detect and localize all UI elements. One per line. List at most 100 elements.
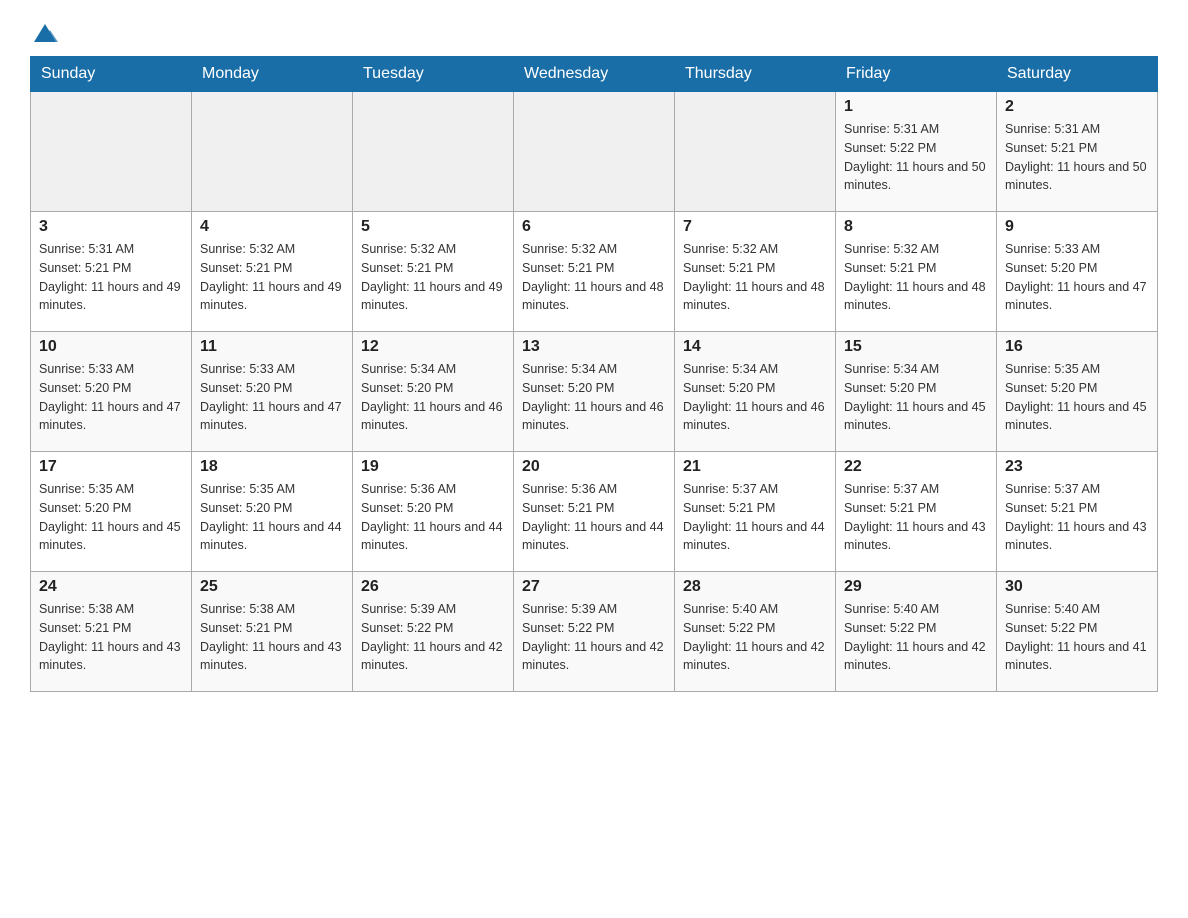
day-number: 7 <box>683 218 827 236</box>
calendar-cell: 7 Sunrise: 5:32 AM Sunset: 5:21 PM Daylig… <box>675 212 836 332</box>
day-info: Sunrise: 5:36 AM Sunset: 5:21 PM Dayligh… <box>522 480 666 555</box>
weekday-header-saturday: Saturday <box>997 57 1158 92</box>
calendar-cell: 13 Sunrise: 5:34 AM Sunset: 5:20 PM Dayli… <box>514 332 675 452</box>
calendar-cell: 12 Sunrise: 5:34 AM Sunset: 5:20 PM Dayli… <box>353 332 514 452</box>
day-info: Sunrise: 5:40 AM Sunset: 5:22 PM Dayligh… <box>683 600 827 675</box>
weekday-header-thursday: Thursday <box>675 57 836 92</box>
day-info: Sunrise: 5:38 AM Sunset: 5:21 PM Dayligh… <box>200 600 344 675</box>
day-number: 15 <box>844 338 988 356</box>
calendar-cell <box>192 92 353 212</box>
day-info: Sunrise: 5:34 AM Sunset: 5:20 PM Dayligh… <box>844 360 988 435</box>
day-info: Sunrise: 5:32 AM Sunset: 5:21 PM Dayligh… <box>200 240 344 315</box>
calendar-cell: 6 Sunrise: 5:32 AM Sunset: 5:21 PM Daylig… <box>514 212 675 332</box>
day-number: 21 <box>683 458 827 476</box>
calendar-cell: 5 Sunrise: 5:32 AM Sunset: 5:21 PM Daylig… <box>353 212 514 332</box>
day-info: Sunrise: 5:33 AM Sunset: 5:20 PM Dayligh… <box>39 360 183 435</box>
day-number: 20 <box>522 458 666 476</box>
calendar-cell: 30Sunrise: 5:40 AM Sunset: 5:22 PM Dayli… <box>997 572 1158 692</box>
day-number: 10 <box>39 338 183 356</box>
calendar-cell: 19 Sunrise: 5:36 AM Sunset: 5:20 PM Dayli… <box>353 452 514 572</box>
calendar-cell: 20 Sunrise: 5:36 AM Sunset: 5:21 PM Dayli… <box>514 452 675 572</box>
day-info: Sunrise: 5:32 AM Sunset: 5:21 PM Dayligh… <box>844 240 988 315</box>
page-header <box>30 20 1158 46</box>
day-number: 1 <box>844 98 988 116</box>
day-number: 28 <box>683 578 827 596</box>
day-number: 24 <box>39 578 183 596</box>
weekday-header-monday: Monday <box>192 57 353 92</box>
day-info: Sunrise: 5:32 AM Sunset: 5:21 PM Dayligh… <box>683 240 827 315</box>
calendar-cell: 24 Sunrise: 5:38 AM Sunset: 5:21 PM Dayli… <box>31 572 192 692</box>
calendar-cell: 22Sunrise: 5:37 AM Sunset: 5:21 PM Dayli… <box>836 452 997 572</box>
day-info: Sunrise: 5:37 AM Sunset: 5:21 PM Dayligh… <box>683 480 827 555</box>
weekday-header-sunday: Sunday <box>31 57 192 92</box>
day-number: 19 <box>361 458 505 476</box>
day-info: Sunrise: 5:35 AM Sunset: 5:20 PM Dayligh… <box>200 480 344 555</box>
day-number: 27 <box>522 578 666 596</box>
day-number: 12 <box>361 338 505 356</box>
day-info: Sunrise: 5:33 AM Sunset: 5:20 PM Dayligh… <box>200 360 344 435</box>
day-info: Sunrise: 5:32 AM Sunset: 5:21 PM Dayligh… <box>522 240 666 315</box>
calendar-cell: 27Sunrise: 5:39 AM Sunset: 5:22 PM Dayli… <box>514 572 675 692</box>
day-info: Sunrise: 5:31 AM Sunset: 5:21 PM Dayligh… <box>39 240 183 315</box>
day-number: 23 <box>1005 458 1149 476</box>
calendar-table: SundayMondayTuesdayWednesdayThursdayFrid… <box>30 56 1158 692</box>
day-number: 3 <box>39 218 183 236</box>
day-number: 18 <box>200 458 344 476</box>
day-info: Sunrise: 5:32 AM Sunset: 5:21 PM Dayligh… <box>361 240 505 315</box>
day-number: 16 <box>1005 338 1149 356</box>
calendar-cell: 26Sunrise: 5:39 AM Sunset: 5:22 PM Dayli… <box>353 572 514 692</box>
calendar-cell: 9Sunrise: 5:33 AM Sunset: 5:20 PM Daylig… <box>997 212 1158 332</box>
calendar-cell <box>353 92 514 212</box>
day-number: 11 <box>200 338 344 356</box>
calendar-cell <box>675 92 836 212</box>
day-number: 6 <box>522 218 666 236</box>
calendar-cell: 18 Sunrise: 5:35 AM Sunset: 5:20 PM Dayli… <box>192 452 353 572</box>
day-info: Sunrise: 5:31 AM Sunset: 5:22 PM Dayligh… <box>844 120 988 195</box>
calendar-cell: 8 Sunrise: 5:32 AM Sunset: 5:21 PM Daylig… <box>836 212 997 332</box>
calendar-cell: 14 Sunrise: 5:34 AM Sunset: 5:20 PM Dayli… <box>675 332 836 452</box>
weekday-header-wednesday: Wednesday <box>514 57 675 92</box>
weekday-header-tuesday: Tuesday <box>353 57 514 92</box>
day-info: Sunrise: 5:33 AM Sunset: 5:20 PM Dayligh… <box>1005 240 1149 315</box>
calendar-cell: 11 Sunrise: 5:33 AM Sunset: 5:20 PM Dayli… <box>192 332 353 452</box>
day-number: 5 <box>361 218 505 236</box>
calendar-cell: 3 Sunrise: 5:31 AM Sunset: 5:21 PM Daylig… <box>31 212 192 332</box>
weekday-header-row: SundayMondayTuesdayWednesdayThursdayFrid… <box>31 57 1158 92</box>
day-info: Sunrise: 5:39 AM Sunset: 5:22 PM Dayligh… <box>361 600 505 675</box>
day-info: Sunrise: 5:37 AM Sunset: 5:21 PM Dayligh… <box>1005 480 1149 555</box>
calendar-week-4: 17 Sunrise: 5:35 AM Sunset: 5:20 PM Dayli… <box>31 452 1158 572</box>
calendar-week-5: 24 Sunrise: 5:38 AM Sunset: 5:21 PM Dayli… <box>31 572 1158 692</box>
calendar-cell: 2 Sunrise: 5:31 AM Sunset: 5:21 PM Daylig… <box>997 92 1158 212</box>
day-info: Sunrise: 5:40 AM Sunset: 5:22 PM Dayligh… <box>844 600 988 675</box>
calendar-week-2: 3 Sunrise: 5:31 AM Sunset: 5:21 PM Daylig… <box>31 212 1158 332</box>
logo <box>30 20 58 46</box>
day-info: Sunrise: 5:34 AM Sunset: 5:20 PM Dayligh… <box>361 360 505 435</box>
calendar-cell: 21 Sunrise: 5:37 AM Sunset: 5:21 PM Dayli… <box>675 452 836 572</box>
day-number: 2 <box>1005 98 1149 116</box>
calendar-cell: 29Sunrise: 5:40 AM Sunset: 5:22 PM Dayli… <box>836 572 997 692</box>
calendar-cell: 16 Sunrise: 5:35 AM Sunset: 5:20 PM Dayli… <box>997 332 1158 452</box>
day-number: 4 <box>200 218 344 236</box>
day-info: Sunrise: 5:34 AM Sunset: 5:20 PM Dayligh… <box>683 360 827 435</box>
day-number: 13 <box>522 338 666 356</box>
day-number: 14 <box>683 338 827 356</box>
day-info: Sunrise: 5:40 AM Sunset: 5:22 PM Dayligh… <box>1005 600 1149 675</box>
day-number: 8 <box>844 218 988 236</box>
logo-icon <box>32 20 58 46</box>
calendar-cell: 28 Sunrise: 5:40 AM Sunset: 5:22 PM Dayli… <box>675 572 836 692</box>
calendar-cell: 25Sunrise: 5:38 AM Sunset: 5:21 PM Dayli… <box>192 572 353 692</box>
calendar-cell: 15 Sunrise: 5:34 AM Sunset: 5:20 PM Dayli… <box>836 332 997 452</box>
day-number: 22 <box>844 458 988 476</box>
calendar-cell: 4 Sunrise: 5:32 AM Sunset: 5:21 PM Daylig… <box>192 212 353 332</box>
day-info: Sunrise: 5:35 AM Sunset: 5:20 PM Dayligh… <box>1005 360 1149 435</box>
day-info: Sunrise: 5:36 AM Sunset: 5:20 PM Dayligh… <box>361 480 505 555</box>
day-number: 17 <box>39 458 183 476</box>
calendar-cell <box>31 92 192 212</box>
weekday-header-friday: Friday <box>836 57 997 92</box>
calendar-week-1: 1 Sunrise: 5:31 AM Sunset: 5:22 PM Daylig… <box>31 92 1158 212</box>
calendar-cell <box>514 92 675 212</box>
calendar-cell: 23 Sunrise: 5:37 AM Sunset: 5:21 PM Dayli… <box>997 452 1158 572</box>
day-info: Sunrise: 5:38 AM Sunset: 5:21 PM Dayligh… <box>39 600 183 675</box>
day-info: Sunrise: 5:34 AM Sunset: 5:20 PM Dayligh… <box>522 360 666 435</box>
day-info: Sunrise: 5:31 AM Sunset: 5:21 PM Dayligh… <box>1005 120 1149 195</box>
